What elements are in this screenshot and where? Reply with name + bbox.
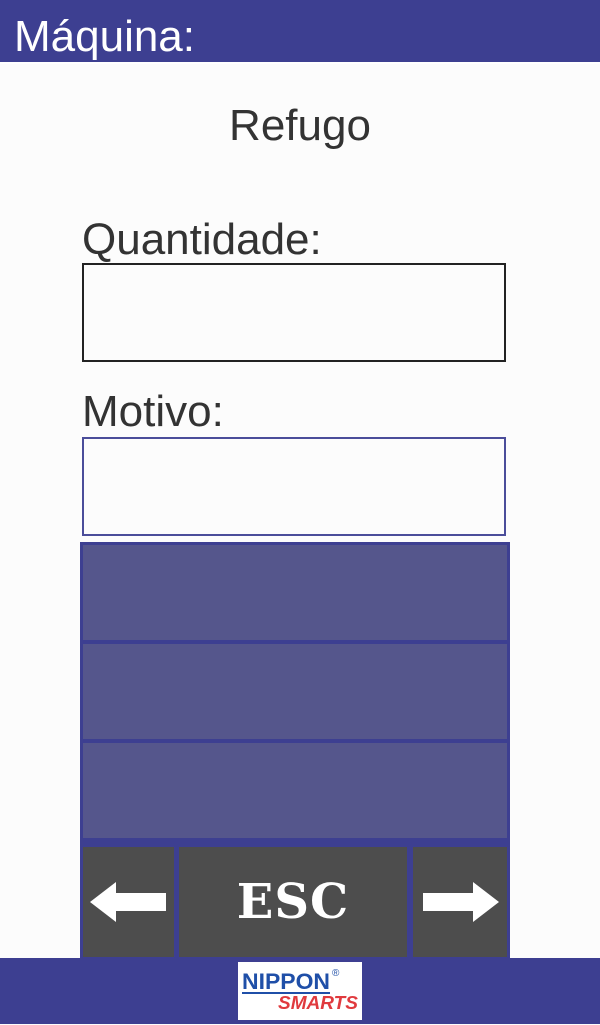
esc-button[interactable]: ESC [179,847,407,957]
nav-bar: ESC [80,844,510,958]
list-item[interactable] [83,545,507,640]
quantity-input[interactable] [82,263,506,362]
page-title: Refugo [229,101,371,150]
reason-list [80,542,510,844]
list-item[interactable] [83,743,507,838]
previous-button[interactable] [83,847,174,957]
esc-label: ESC [236,874,350,930]
registered-mark: ® [332,968,340,979]
nippon-smarts-logo: NIPPON ® SMARTS [238,962,362,1020]
machine-title: Máquina: [14,12,196,61]
next-button[interactable] [413,847,507,957]
app-header: Máquina: [0,0,600,64]
arrow-left-icon [89,882,166,922]
list-item[interactable] [83,644,507,739]
logo-text-bottom: SMARTS [278,993,358,1013]
reason-input[interactable] [82,437,506,536]
arrow-right-icon [423,882,499,922]
logo-text-top: NIPPON [242,969,330,994]
quantity-label: Quantidade: [82,215,322,264]
reason-label: Motivo: [82,387,224,436]
app-footer: NIPPON ® SMARTS [0,958,600,1024]
